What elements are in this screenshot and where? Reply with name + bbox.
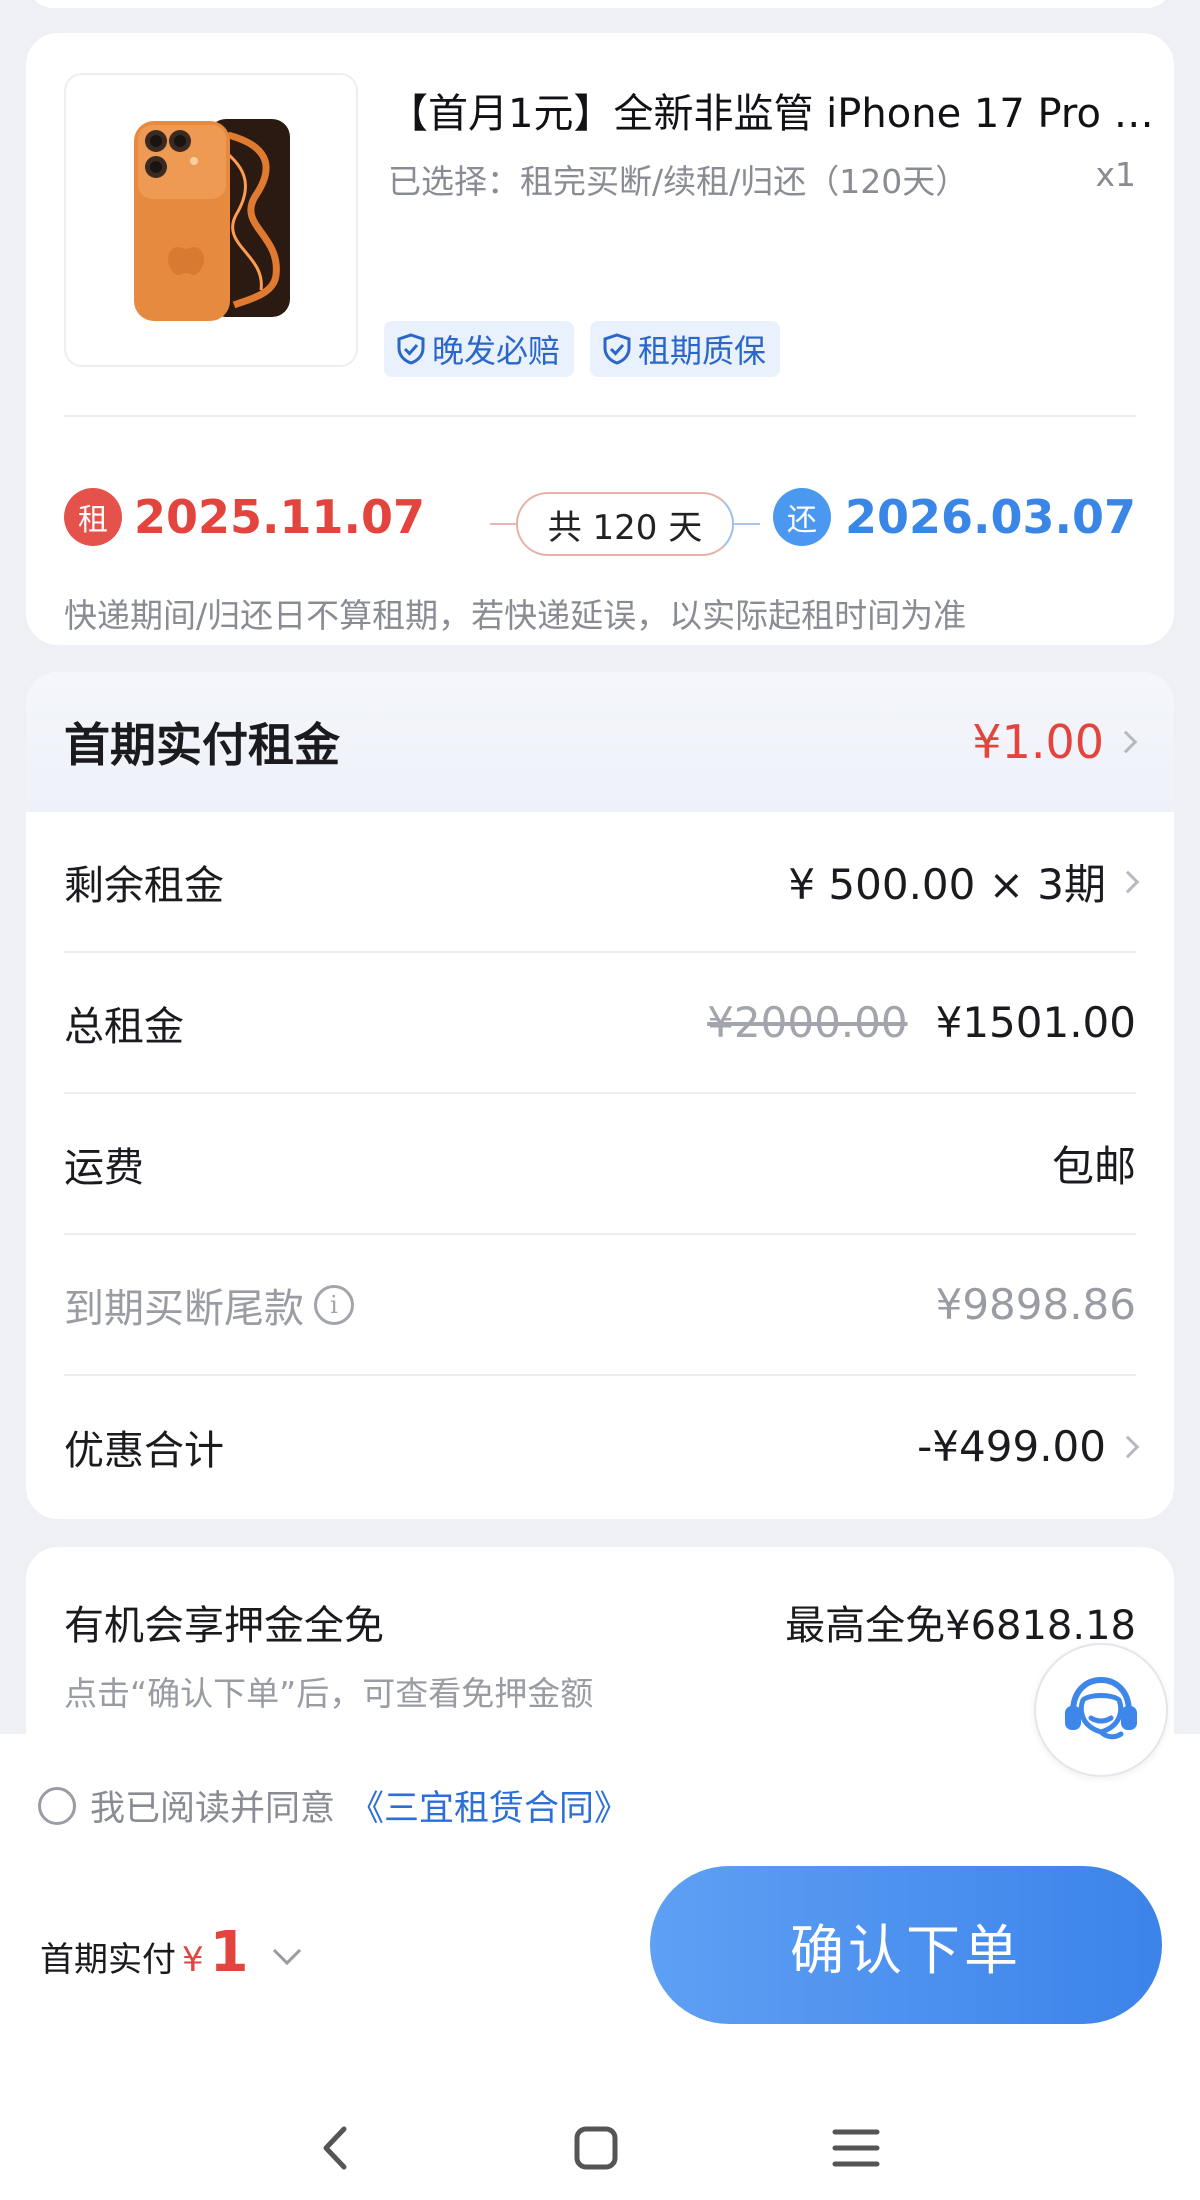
payment-amount: 1 [209, 1920, 249, 1985]
shield-check-icon [603, 333, 631, 365]
deposit-card: 有机会享押金全免 最高全免¥6818.18 点击“确认下单”后，可查看免押金额 [26, 1547, 1174, 1747]
return-badge: 还 [772, 488, 831, 546]
first-payment-value: ¥1.00 [972, 715, 1138, 769]
menu-icon [832, 2129, 880, 2167]
rent-badge: 租 [64, 488, 122, 546]
fee-label: 运费 [64, 1144, 144, 1191]
contract-link[interactable]: 《三宜租赁合同》 [349, 1780, 629, 1831]
chevron-right-icon [1116, 1435, 1140, 1458]
original-total-rent: ¥2000.00 [707, 998, 908, 1047]
fee-row-total-rent: 总租金 ¥2000.00 ¥1501.00 [64, 953, 1136, 1094]
agreement-row: 我已阅读并同意 《三宜租赁合同》 [38, 1780, 629, 1831]
tag-label: 晚发必赔 [432, 332, 561, 370]
days-pill: 共 120 天 [516, 492, 734, 556]
customer-service-button[interactable] [1034, 1643, 1168, 1777]
fee-value: ¥ 500.00 × 3期 [788, 851, 1140, 912]
menu-button[interactable] [816, 2108, 896, 2188]
headset-icon [1065, 1676, 1137, 1740]
first-payment-row[interactable]: 首期实付租金 ¥1.00 [26, 672, 1174, 812]
deposit-subtitle: 点击“确认下单”后，可查看免押金额 [64, 1674, 594, 1713]
fee-card: 首期实付租金 ¥1.00 剩余租金 ¥ 500.00 × 3期 总租金 ¥200… [26, 672, 1174, 1519]
fee-row-discount-total[interactable]: 优惠合计 -¥499.00 [64, 1376, 1140, 1517]
product-card: 【首月1元】全新非监管 iPhone 17 Pro Max 已选择：租完买断/续… [26, 33, 1174, 645]
phone-image [134, 119, 290, 321]
buyout-value: ¥9898.86 [935, 1280, 1136, 1329]
home-icon [574, 2126, 618, 2170]
agreement-checkbox[interactable] [38, 1786, 76, 1825]
fee-value: -¥499.00 [917, 1422, 1140, 1471]
shield-check-icon [397, 333, 425, 365]
previous-card-edge [26, 0, 1174, 8]
back-button[interactable] [296, 2108, 376, 2188]
agreement-text: 我已阅读并同意 [90, 1789, 336, 1829]
divider [64, 415, 1136, 417]
total-rent-value: ¥1501.00 [935, 998, 1136, 1047]
product-tags: 晚发必赔 租期质保 [384, 321, 781, 377]
end-date-group: 还 2026.03.07 [772, 488, 1136, 546]
first-payment-label: 首期实付租金 [64, 718, 340, 772]
product-title[interactable]: 【首月1元】全新非监管 iPhone 17 Pro Max [388, 81, 1158, 139]
fee-label: 到期买断尾款 i [64, 1276, 354, 1334]
rental-period: 租 2025.11.07 共 120 天 还 2026.03.07 [64, 488, 1136, 558]
buyout-label: 到期买断尾款 [64, 1285, 304, 1332]
product-spec[interactable]: 已选择：租完买断/续租/归还（120天） [388, 155, 1068, 203]
fee-row-shipping: 运费 包邮 [64, 1094, 1136, 1235]
start-date: 2025.11.07 [134, 490, 426, 544]
home-button[interactable] [556, 2108, 636, 2188]
remaining-rent-value: ¥ 500.00 × 3期 [788, 860, 1106, 909]
fee-label: 总租金 [64, 1003, 184, 1050]
payment-currency: ¥ [182, 1940, 204, 1980]
chevron-right-icon [1116, 870, 1140, 893]
shipping-value: 包邮 [1051, 1142, 1136, 1191]
start-date-group: 租 2025.11.07 [64, 488, 425, 546]
payment-label: 首期实付 [40, 1940, 176, 1980]
discount-value: -¥499.00 [917, 1422, 1106, 1471]
product-quantity: x1 [1095, 155, 1136, 194]
chevron-down-icon [272, 1936, 301, 1966]
fee-value: ¥2000.00 ¥1501.00 [707, 998, 1136, 1047]
payment-summary[interactable]: 首期实付 ¥ 1 [40, 1920, 301, 1985]
deposit-title: 有机会享押金全免 [64, 1603, 384, 1649]
end-date: 2026.03.07 [844, 490, 1136, 544]
first-payment-amount: ¥1.00 [972, 715, 1104, 769]
product-thumbnail[interactable] [64, 73, 358, 367]
tag-late-shipping-compensation[interactable]: 晚发必赔 [384, 321, 575, 377]
confirm-order-button[interactable]: 确认下单 [650, 1866, 1162, 2024]
fee-label: 优惠合计 [64, 1427, 224, 1474]
back-icon [323, 2126, 347, 2170]
deposit-value: 最高全免¥6818.18 [785, 1603, 1136, 1649]
rental-period-note: 快递期间/归还日不算租期，若快递延误，以实际起租时间为准 [64, 596, 967, 635]
info-icon[interactable]: i [314, 1284, 354, 1325]
fee-label: 剩余租金 [64, 862, 224, 909]
fee-row-remaining-rent[interactable]: 剩余租金 ¥ 500.00 × 3期 [64, 812, 1140, 953]
tag-label: 租期质保 [638, 332, 767, 370]
checkout-bar: 我已阅读并同意 《三宜租赁合同》 首期实付 ¥ 1 确认下单 [0, 1734, 1200, 2200]
fee-row-buyout-balance: 到期买断尾款 i ¥9898.86 [64, 1235, 1136, 1376]
rental-days: 共 120 天 [490, 492, 760, 556]
chevron-right-icon [1114, 730, 1138, 754]
system-navigation-bar [0, 2088, 1200, 2200]
tag-warranty[interactable]: 租期质保 [590, 321, 781, 377]
